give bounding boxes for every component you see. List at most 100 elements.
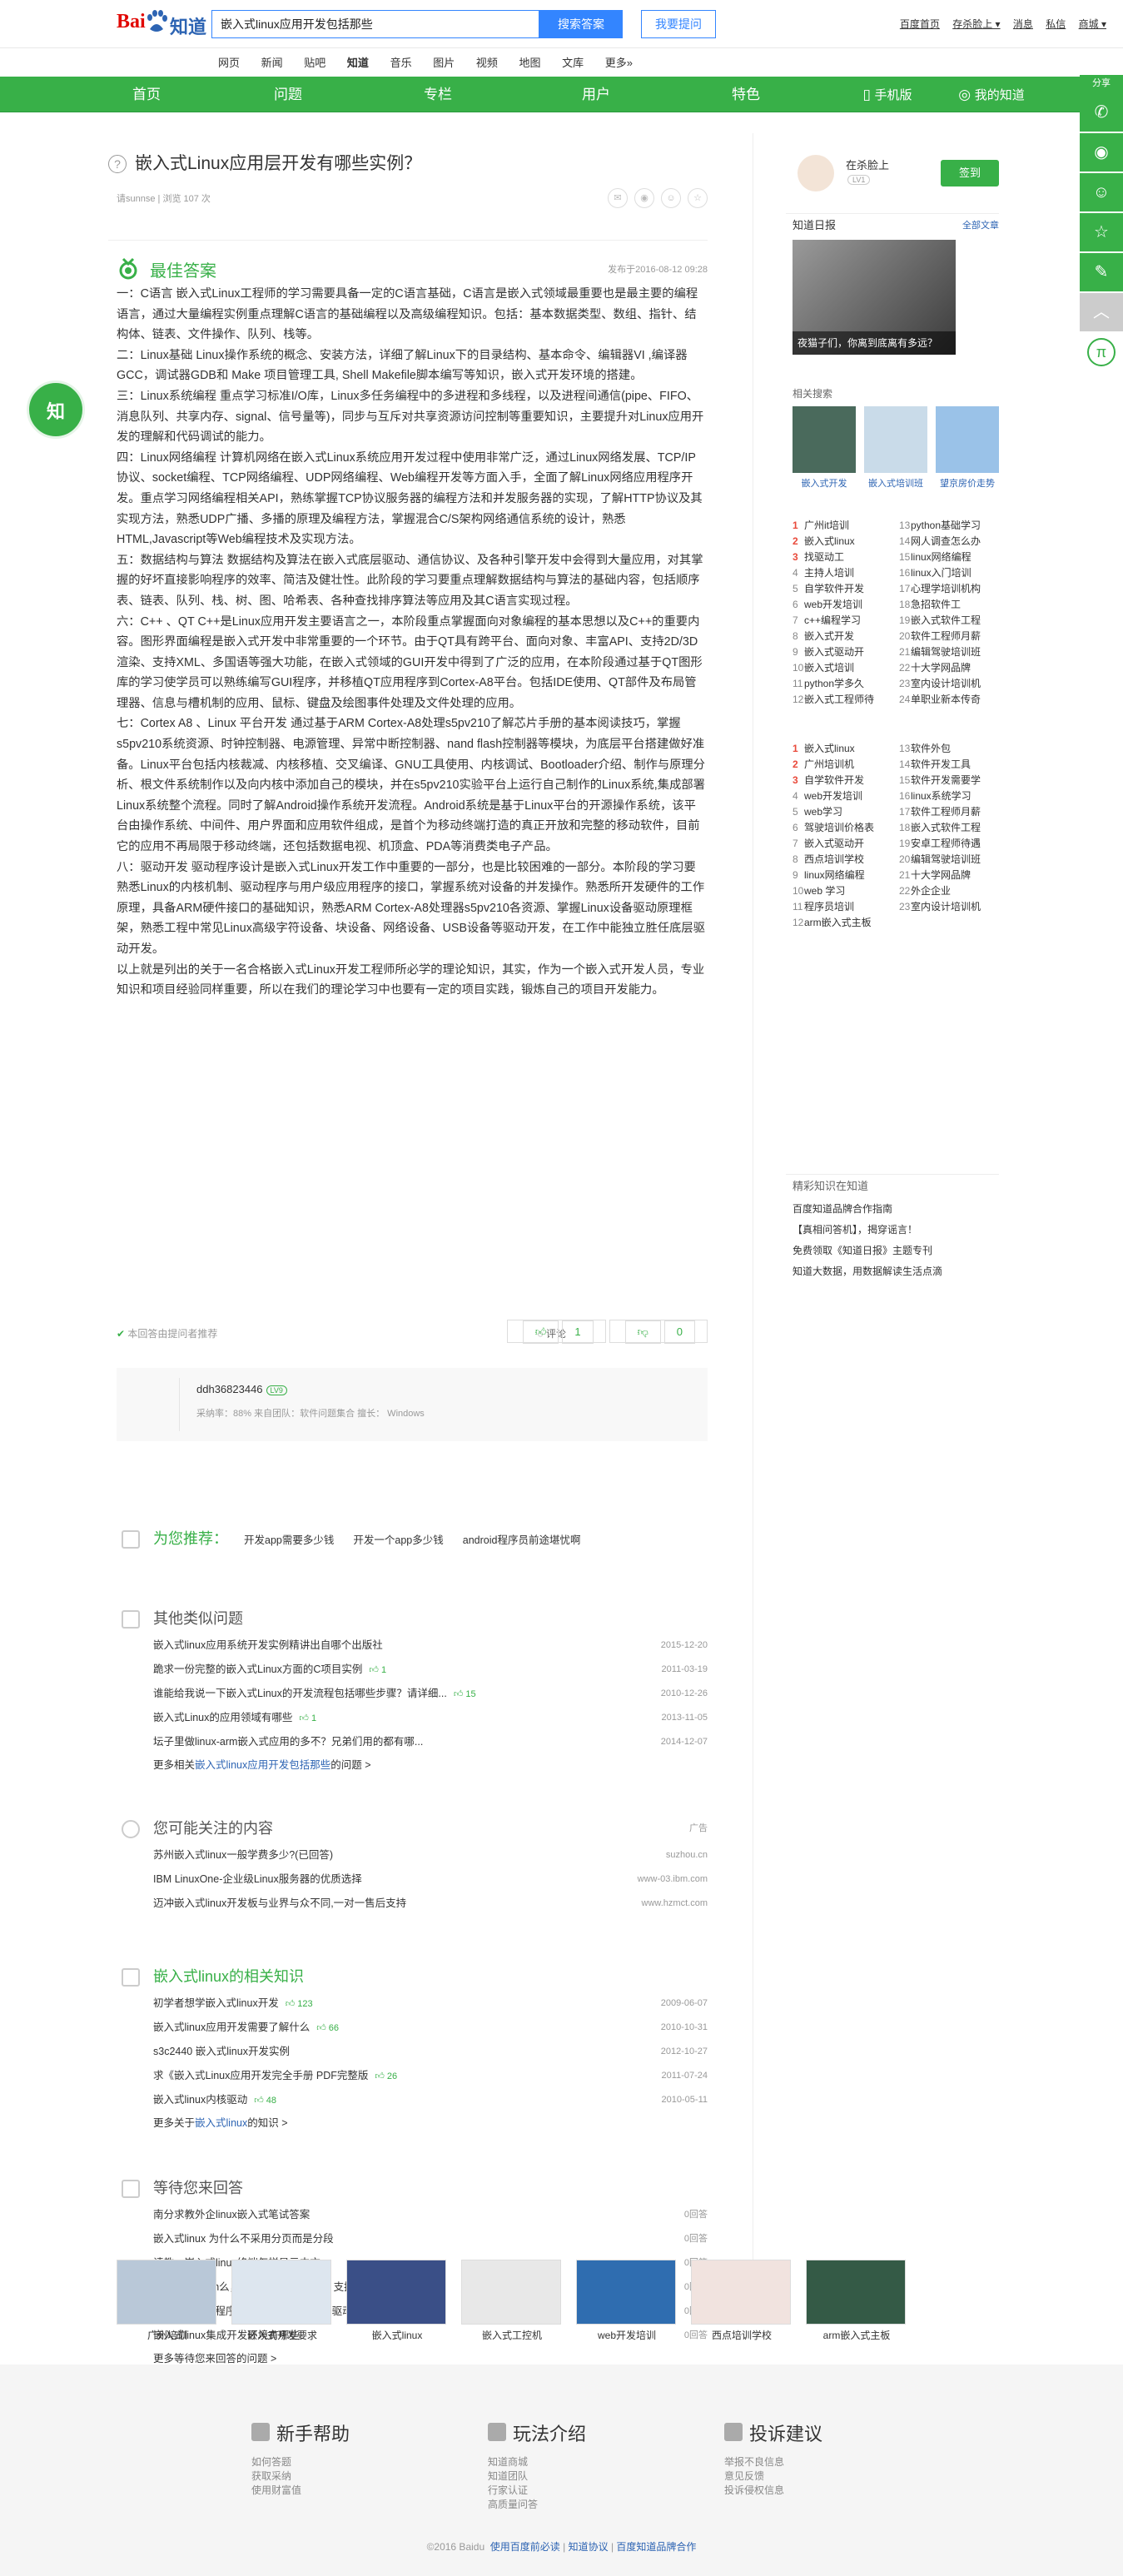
question-row[interactable]: 跪求一份完整的嵌入式Linux方面的C项目实例 👍︎ 1 2011-03-19 xyxy=(117,1658,708,1682)
question-row[interactable]: 迈冲嵌入式linux开发板与业界与众不同,一对一售后支持 www.hzmct.co… xyxy=(117,1892,708,1916)
top-link-messages[interactable]: 消息 xyxy=(1013,18,1033,30)
baidu-zhidao-logo[interactable]: Bai 知道 xyxy=(117,9,206,37)
rank-item[interactable]: 23室内设计培训机 xyxy=(899,899,1016,915)
rank-item[interactable]: 17心理学培训机构 xyxy=(899,581,1016,597)
row-title[interactable]: 嵌入式linux应用开发需要了解什么 xyxy=(153,2022,310,2033)
row-title[interactable]: 初学者想学嵌入式linux开发 xyxy=(153,1997,279,2009)
rank-item[interactable]: 24单职业新本传奇 xyxy=(899,692,1016,708)
question-row[interactable]: s3c2440 嵌入式linux开发实例 2012-10-27 xyxy=(117,2040,708,2064)
question-row[interactable]: 苏州嵌入式linux一般学费多少?(已回答) suzhou.cn xyxy=(117,1843,708,1867)
nav-users[interactable]: 用户 xyxy=(554,77,638,112)
subnav-zhidao[interactable]: 知道 xyxy=(346,50,369,79)
rank-item[interactable]: 11 程序员培训 xyxy=(793,899,909,915)
rank-item[interactable]: 15软件开发需要学 xyxy=(899,773,1016,788)
nav-my-zhidao[interactable]: ◎ 我的知道 xyxy=(937,77,1046,113)
related-thumb[interactable]: 嵌入式培训班 xyxy=(864,406,927,490)
subnav-more[interactable]: 更多» xyxy=(605,50,633,77)
footer-link[interactable]: 使用财富值 xyxy=(251,2483,341,2497)
rank-item[interactable]: 21十大学网品牌 xyxy=(899,868,1016,883)
footer-link[interactable]: 举报不良信息 xyxy=(724,2454,814,2469)
subnav-tieba[interactable]: 贴吧 xyxy=(304,50,325,77)
baidu-pi-icon[interactable]: π xyxy=(1080,333,1123,371)
subnav-web[interactable]: 网页 xyxy=(218,50,240,77)
weibo-icon[interactable]: ◉ xyxy=(634,188,654,208)
subnav-map[interactable]: 地图 xyxy=(519,50,540,77)
star-icon[interactable]: ☆ xyxy=(688,188,708,208)
rank-item[interactable]: 12arm嵌入式主板 xyxy=(793,915,909,931)
back-to-top-icon[interactable]: ︿ xyxy=(1080,293,1123,331)
rank-item[interactable]: 20编辑驾驶培训班 xyxy=(899,852,1016,868)
rank-item[interactable]: 21编辑驾驶培训班 xyxy=(899,644,1016,660)
row-title[interactable]: 嵌入式linux应用系统开发实例精讲出自哪个出版社 xyxy=(153,1639,383,1651)
footer-link[interactable]: 行家认证 xyxy=(488,2483,578,2497)
top-link-home[interactable]: 百度首页 xyxy=(900,18,940,30)
elite-item[interactable]: 知道大数据，用数据解读生活点滴 xyxy=(793,1261,942,1282)
rank-item[interactable]: 18急招软件工 xyxy=(899,597,1016,613)
rank-item[interactable]: 10web 学习 xyxy=(793,883,909,899)
rank-item[interactable]: 15linux网络编程 xyxy=(899,550,1016,565)
footer-link[interactable]: 如何答题 xyxy=(251,2454,341,2469)
question-row[interactable]: 南分求教外企linux嵌入式笔试答案 0回答 xyxy=(117,2203,708,2227)
bottom-thumb[interactable]: 嵌入式工控机 xyxy=(461,2260,563,2343)
rank-item[interactable]: 7 c++编程学习 xyxy=(793,613,909,629)
downvote-button[interactable]: 👎︎ 0 xyxy=(609,1320,708,1344)
search-input[interactable]: 嵌入式linux应用开发包括那些 xyxy=(211,10,539,38)
question-row[interactable]: 嵌入式linux应用开发需要了解什么 👍︎ 66 2010-10-31 xyxy=(117,2016,708,2040)
rank-item[interactable]: 13软件外包 xyxy=(899,741,1016,757)
subnav-video[interactable]: 视频 xyxy=(476,50,498,77)
rank-item[interactable]: 1 广州it培训 xyxy=(793,518,909,534)
nav-features[interactable]: 特色 xyxy=(704,77,788,112)
rank-item[interactable]: 19安卓工程师待遇 xyxy=(899,836,1016,852)
rank-item[interactable]: 13python基础学习 xyxy=(899,518,1016,534)
subnav-wenku[interactable]: 文库 xyxy=(562,50,584,77)
question-row[interactable]: 嵌入式Linux的应用领域有哪些 👍︎ 1 2013-11-05 xyxy=(117,1706,708,1730)
question-row[interactable]: 坛子里做linux-arm嵌入式应用的多不？兄弟们用的都有哪... 2014-12… xyxy=(117,1730,708,1754)
sign-in-button[interactable]: 签到 xyxy=(941,160,999,186)
row-title[interactable]: 苏州嵌入式linux一般学费多少?(已回答) xyxy=(153,1849,333,1861)
footer-legal-link[interactable]: 使用百度前必读 xyxy=(490,2541,560,2553)
rank-item[interactable]: 9 linux网络编程 xyxy=(793,868,909,883)
bottom-thumb[interactable]: arm嵌入式主板 xyxy=(806,2260,907,2343)
related-thumb[interactable]: 望京房价走势 xyxy=(936,406,999,490)
footer-legal-link[interactable]: 百度知道品牌合作 xyxy=(616,2541,696,2553)
rank-item[interactable]: 20软件工程师月薪 xyxy=(899,629,1016,644)
sidebar-username[interactable]: 在杀脸上 xyxy=(846,157,889,172)
daily-all-link[interactable]: 全部文章 xyxy=(962,218,999,231)
rank-item[interactable]: 16linux系统学习 xyxy=(899,788,1016,804)
rank-item[interactable]: 6 驾驶培训价格表 xyxy=(793,820,909,836)
top-link-mall[interactable]: 商城 ▾ xyxy=(1079,18,1106,30)
rank-item[interactable]: 12嵌入式工程师待 xyxy=(793,692,909,708)
footer-legal-link[interactable]: 知道协议 xyxy=(569,2541,609,2553)
rank-item[interactable]: 8 西点培训学校 xyxy=(793,852,909,868)
chat-icon[interactable]: ✉ xyxy=(608,188,628,208)
bottom-thumb[interactable]: 嵌入式linux xyxy=(346,2260,448,2343)
row-title[interactable]: 迈冲嵌入式linux开发板与业界与众不同,一对一售后支持 xyxy=(153,1897,406,1909)
top-link-private[interactable]: 私信 xyxy=(1046,18,1066,30)
rank-item[interactable]: 17软件工程师月薪 xyxy=(899,804,1016,820)
rank-item[interactable]: 18嵌入式软件工程 xyxy=(899,820,1016,836)
question-row[interactable]: 初学者想学嵌入式linux开发 👍︎ 123 2009-06-07 xyxy=(117,1992,708,2016)
row-title[interactable]: 嵌入式linux 为什么不采用分页而是分段 xyxy=(153,2233,334,2245)
recommend-tag[interactable]: android程序员前途堪忧啊 xyxy=(463,1534,581,1546)
rank-item[interactable]: 11 python学多久 xyxy=(793,676,909,692)
weibo-share-icon[interactable]: ◉ xyxy=(1080,133,1123,172)
row-title[interactable]: 嵌入式Linux的应用领域有哪些 xyxy=(153,1712,292,1723)
bottom-thumb[interactable]: 广州培训 xyxy=(117,2260,218,2343)
search-answer-button[interactable]: 搜索答案 xyxy=(539,10,623,38)
nav-questions[interactable]: 问题 xyxy=(246,77,330,112)
bottom-thumb[interactable]: 西点培训学校 xyxy=(691,2260,793,2343)
footer-link[interactable]: 知道团队 xyxy=(488,2469,578,2483)
question-row[interactable]: 求《嵌入式Linux应用开发完全手册 PDF完整版 👍︎ 26 2011-07-24 xyxy=(117,2064,708,2088)
rank-item[interactable]: 2 嵌入式linux xyxy=(793,534,909,550)
favorite-icon[interactable]: ☆ xyxy=(1080,213,1123,251)
question-row[interactable]: IBM LinuxOne-企业级Linux服务器的优质选择 www-03.ibm.… xyxy=(117,1867,708,1892)
ask-question-button[interactable]: 我要提问 xyxy=(641,10,716,38)
rank-item[interactable]: 2 广州培训机 xyxy=(793,757,909,773)
author-avatar[interactable] xyxy=(127,1378,180,1431)
rank-item[interactable]: 14软件开发工具 xyxy=(899,757,1016,773)
rank-item[interactable]: 9 嵌入式驱动开 xyxy=(793,644,909,660)
rank-item[interactable]: 5 自学软件开发 xyxy=(793,581,909,597)
nav-mobile[interactable]: ▯ 手机版 xyxy=(837,77,937,113)
rank-item[interactable]: 4 web开发培训 xyxy=(793,788,909,804)
rank-item[interactable]: 23室内设计培训机 xyxy=(899,676,1016,692)
